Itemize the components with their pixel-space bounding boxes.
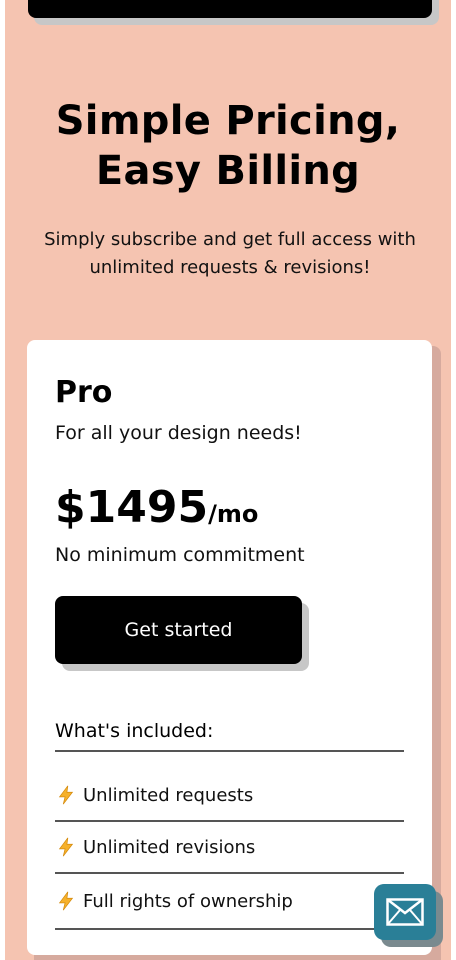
lightning-bolt-icon	[58, 891, 74, 911]
contact-mail-button[interactable]	[374, 884, 436, 940]
feature-label: Full rights of ownership	[83, 890, 293, 912]
price-amount: $1495	[55, 482, 209, 533]
feature-list: Unlimited requests Unlimited revisions F…	[55, 770, 404, 930]
plan-price: $1495/mo	[55, 480, 258, 542]
plan-description: For all your design needs!	[55, 422, 302, 444]
plan-commitment: No minimum commitment	[55, 544, 305, 566]
included-heading: What's included:	[55, 718, 404, 752]
lightning-bolt-icon	[58, 837, 74, 857]
plan-name: Pro	[55, 375, 113, 410]
plan-card: Pro For all your design needs! $1495/mo …	[27, 340, 432, 955]
lightning-bolt-icon	[58, 785, 74, 805]
price-period: /mo	[208, 500, 259, 528]
feature-label: Unlimited requests	[83, 784, 254, 806]
pricing-heading-line2: Easy Billing	[95, 148, 361, 194]
feature-item: Unlimited requests	[55, 770, 404, 822]
feature-item: Unlimited revisions	[55, 822, 404, 874]
pricing-heading-line1: Simple Pricing,	[55, 98, 401, 144]
pricing-page: Simple Pricing, Easy Billing Simply subs…	[0, 0, 456, 960]
mail-icon	[386, 898, 424, 926]
feature-label: Unlimited revisions	[83, 836, 256, 858]
pricing-heading: Simple Pricing, Easy Billing	[0, 96, 456, 196]
get-started-button[interactable]: Get started	[55, 596, 302, 664]
feature-item: Full rights of ownership	[55, 874, 404, 930]
pricing-subtitle: Simply subscribe and get full access wit…	[44, 229, 416, 278]
top-button-cutoff[interactable]	[28, 0, 432, 18]
